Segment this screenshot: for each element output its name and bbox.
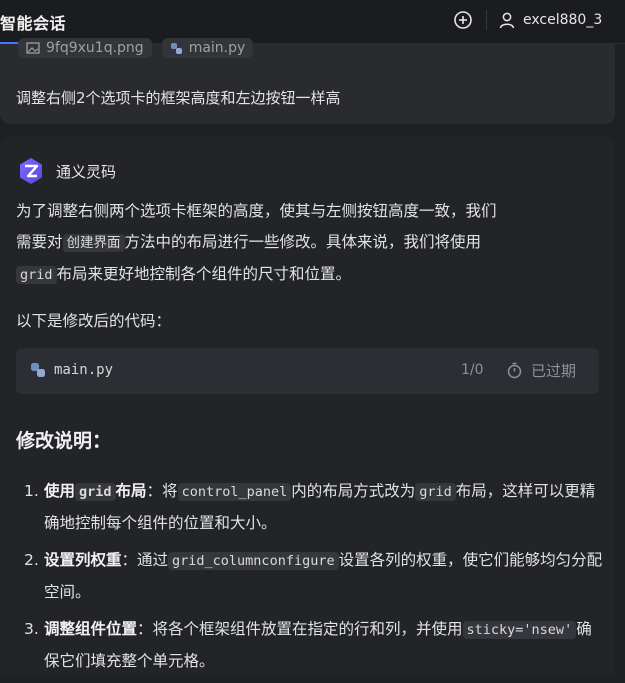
inline-code: grid_columnconfigure	[168, 552, 339, 570]
list-item-number: 1.	[24, 482, 39, 500]
python-file-icon	[170, 42, 182, 54]
list-item-bold: 布局	[115, 482, 147, 500]
attachment-chip-file[interactable]: main.py	[161, 38, 254, 58]
inline-code: control_panel	[177, 483, 292, 501]
image-icon	[26, 42, 40, 54]
assistant-intro-paragraph: 为了调整右侧两个选项卡框架的高度，使其与左侧按钮高度一致，我们 需要对 创建界面方…	[16, 196, 601, 291]
list-item-bold: 使用	[44, 482, 76, 500]
attachment-list: 9fq9xu1q.png main.py	[18, 38, 254, 58]
list-item: 1. 使用 grid 布局：将 control_panel 内的布局方式改为 grid 布局…	[24, 476, 604, 539]
intro-text: 布局来更好地控制各个组件的尺寸和位置。	[56, 265, 352, 283]
list-item-number: 3.	[24, 620, 39, 638]
plus-circle-icon	[454, 11, 472, 29]
assistant-name: 通义灵码	[56, 162, 117, 181]
inline-code: grid	[415, 483, 456, 501]
assistant-logo-icon	[20, 158, 42, 184]
intro-text: 为了调整右侧两个选项卡框架的高度，使其与左侧按钮高度一致，我们	[16, 202, 497, 220]
code-status: 已过期	[506, 360, 576, 381]
username-label: excel880_3	[523, 12, 603, 28]
code-file-block[interactable]: main.py 1/0 已过期	[16, 348, 599, 394]
page-title: 智能会话	[0, 14, 67, 33]
attachment-name: main.py	[188, 40, 246, 56]
list-item: 2. 设置列权重：通过 grid_columnconfigure 设置各列的权重，使…	[24, 545, 604, 608]
user-message-card: 9fq9xu1q.png main.py 调整右侧2个选项卡的框架高度和左边按钮…	[0, 38, 615, 124]
python-file-icon	[31, 363, 45, 377]
timer-icon	[507, 362, 522, 379]
assistant-header: 通义灵码	[16, 156, 116, 186]
list-item: 3. 调整组件位置：将各个框架组件放置在指定的行和列，并使用 sticky='ns…	[24, 614, 604, 677]
user-message-text: 调整右侧2个选项卡的框架高度和左边按钮一样高	[16, 89, 341, 107]
intro-text: 需要对	[16, 233, 63, 251]
toolbar-divider	[486, 10, 487, 30]
new-chat-button[interactable]	[452, 9, 474, 31]
attachment-name: 9fq9xu1q.png	[46, 40, 144, 56]
list-item-text: ：将各个框架组件放置在指定的行和列，并使用	[137, 620, 463, 638]
list-item-text: ：将	[146, 482, 178, 500]
code-file-name-group: main.py	[30, 362, 113, 378]
code-intro-text: 以下是修改后的代码：	[16, 312, 172, 330]
list-item-text: 内的布局方式改为	[291, 482, 416, 500]
assistant-message-card: 通义灵码 为了调整右侧两个选项卡框架的高度，使其与左侧按钮高度一致，我们 需要对…	[0, 136, 615, 677]
user-icon	[499, 12, 515, 29]
inline-code: sticky='nsew'	[462, 621, 577, 639]
inline-code: 创建界面	[62, 234, 125, 252]
code-file-name: main.py	[54, 362, 114, 378]
list-item-number: 2.	[24, 551, 39, 569]
user-account-button[interactable]: excel880_3	[498, 8, 602, 32]
list-item-bold: 调整组件位置	[44, 620, 138, 638]
change-list: 1. 使用 grid 布局：将 control_panel 内的布局方式改为 grid 布局…	[24, 476, 604, 683]
list-item-text: ：通过	[121, 551, 169, 569]
attachment-chip-image[interactable]: 9fq9xu1q.png	[18, 38, 152, 58]
code-status-label: 已过期	[531, 362, 577, 380]
list-item-bold: 设置列权重	[44, 551, 122, 569]
inline-code: grid	[16, 266, 57, 284]
section-heading: 修改说明：	[16, 430, 112, 452]
inline-code: grid	[75, 483, 116, 501]
code-change-count: 1/0	[461, 362, 484, 378]
intro-text: 方法中的布局进行一些修改。具体来说，我们将使用	[124, 233, 482, 251]
